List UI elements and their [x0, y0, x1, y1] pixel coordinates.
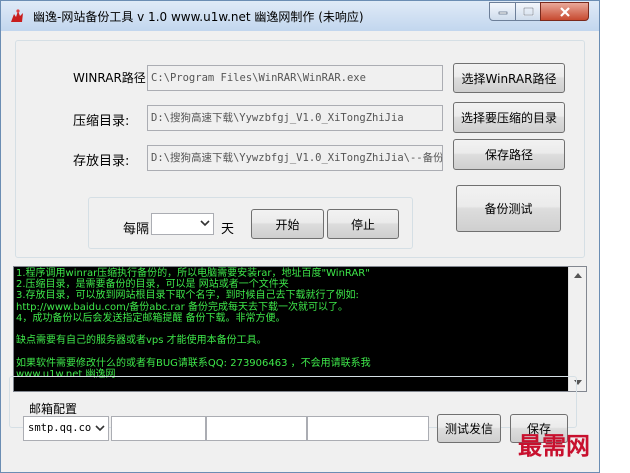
- start-button[interactable]: 开始: [251, 209, 324, 239]
- minimize-icon: [498, 11, 507, 14]
- day-unit-label: 天: [221, 222, 235, 237]
- scroll-up-icon: [573, 273, 582, 278]
- mail-field-3[interactable]: [307, 416, 429, 441]
- select-winrar-button[interactable]: 选择WinRAR路径: [453, 63, 565, 93]
- chevron-down-icon: [95, 425, 105, 432]
- compress-dir-label: 压缩目录:: [73, 114, 130, 129]
- close-button[interactable]: [540, 2, 589, 21]
- store-dir-field[interactable]: D:\搜狗高速下载\Yywzbfgj_V1.0_XiTongZhiJia\--备…: [147, 145, 443, 171]
- app-window: 幽逸-网站备份工具 v 1.0 www.u1w.net 幽逸网制作 (未响应) …: [0, 0, 600, 473]
- log-console[interactable]: 1.程序调用winrar压缩执行备份的，所以电脑需要安装rar，地址百度"Win…: [13, 266, 587, 392]
- compress-dir-field[interactable]: D:\搜狗高速下载\Yywzbfgj_V1.0_XiTongZhiJia: [147, 105, 443, 131]
- log-line: 如果软件需要修改什么的或者有BUG请联系QQ: 273906463 ，不会用请联…: [16, 357, 371, 369]
- title-bar[interactable]: 幽逸-网站备份工具 v 1.0 www.u1w.net 幽逸网制作 (未响应): [1, 1, 599, 31]
- log-line: 2.压缩目录，是需要备份的目录，可以是 网站或者一个文件夹: [16, 279, 289, 291]
- site-watermark: 最需网: [518, 431, 590, 460]
- save-path-button[interactable]: 保存路径: [453, 139, 565, 170]
- smtp-select[interactable]: smtp.qq.co: [23, 416, 109, 441]
- chevron-down-icon: [200, 220, 210, 227]
- log-lines: 1.程序调用winrar压缩执行备份的，所以电脑需要安装rar，地址百度"Win…: [16, 268, 564, 380]
- app-logo-icon: [11, 9, 23, 22]
- log-line: 4，成功备份以后会发送指定邮箱提醒 备份下载。非常方便。: [16, 312, 286, 324]
- every-label: 每隔: [123, 222, 150, 237]
- maximize-button[interactable]: [515, 2, 541, 21]
- mail-field-2[interactable]: [206, 416, 307, 441]
- winrar-path-field[interactable]: C:\Program Files\WinRAR\WinRAR.exe: [147, 65, 443, 91]
- interval-select[interactable]: [151, 213, 214, 235]
- console-scrollbar[interactable]: [568, 267, 586, 391]
- log-line: 缺点需要有自己的服务器或者vps 才能使用本备份工具。: [16, 335, 267, 347]
- store-dir-label: 存放目录:: [73, 154, 130, 169]
- winrar-path-label: WINRAR路径:: [73, 71, 150, 85]
- smtp-value: smtp.qq.co: [28, 422, 92, 434]
- close-icon: [559, 6, 570, 17]
- mail-config-label: 邮箱配置: [26, 400, 81, 417]
- maximize-icon: [522, 7, 534, 16]
- stop-button[interactable]: 停止: [327, 209, 399, 239]
- test-send-button[interactable]: 测试发信: [437, 414, 501, 443]
- window-title: 幽逸-网站备份工具 v 1.0 www.u1w.net 幽逸网制作 (未响应): [33, 10, 364, 24]
- log-line: 3.存放目录，可以放到网站根目录下取个名字，到时候自己去下载就行了例如:: [16, 290, 359, 302]
- scroll-up-button[interactable]: [569, 267, 586, 284]
- log-line: 1.程序调用winrar压缩执行备份的，所以电脑需要安装rar，地址百度"Win…: [16, 268, 370, 279]
- backup-test-button[interactable]: 备份测试: [456, 185, 561, 232]
- minimize-button[interactable]: [489, 2, 516, 21]
- select-compress-dir-button[interactable]: 选择要压缩的目录: [453, 102, 565, 133]
- mail-field-1[interactable]: [111, 416, 206, 441]
- log-line: http://www.baidu.com/备份abc.rar 备份完成每天去下载…: [16, 301, 348, 313]
